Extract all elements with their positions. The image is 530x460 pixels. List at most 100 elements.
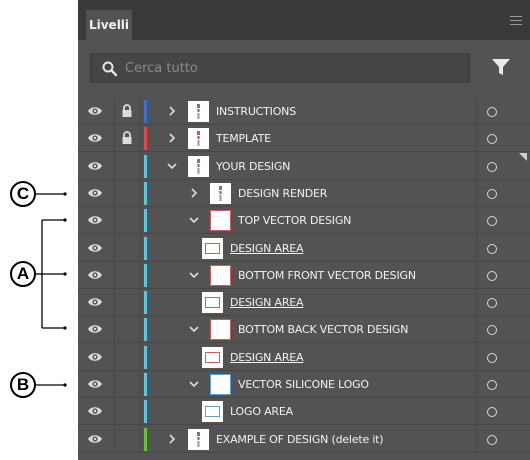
column-divider — [476, 207, 477, 235]
target-circle-icon[interactable] — [487, 216, 497, 227]
layer-row[interactable]: BOTTOM FRONT VECTOR DESIGN — [78, 261, 530, 289]
layer-row[interactable]: VECTOR SILICONE LOGO — [78, 371, 530, 398]
chevron-down-icon[interactable] — [188, 213, 200, 227]
column-divider — [476, 371, 477, 398]
lock-icon[interactable] — [121, 104, 133, 118]
column-divider — [476, 234, 477, 262]
target-circle-icon[interactable] — [487, 134, 497, 145]
eye-icon[interactable] — [87, 405, 103, 417]
chevron-down-icon[interactable] — [166, 159, 178, 173]
layer-row[interactable]: YOUR DESIGN — [78, 152, 530, 180]
column-divider — [140, 371, 141, 398]
column-divider — [140, 207, 141, 235]
target-circle-icon[interactable] — [487, 161, 497, 172]
layer-thumbnail-frame — [210, 210, 231, 232]
column-divider — [114, 343, 115, 371]
panel-menu-icon[interactable] — [510, 16, 522, 25]
eye-icon[interactable] — [87, 160, 103, 172]
layer-color-bar — [144, 181, 147, 205]
eye-icon[interactable] — [87, 378, 103, 390]
search-input[interactable] — [125, 54, 455, 82]
target-circle-icon[interactable] — [487, 188, 497, 199]
layer-thumbnail-frame — [205, 351, 220, 363]
eye-icon[interactable] — [87, 132, 103, 144]
chevron-right-icon[interactable] — [166, 432, 178, 446]
target-circle-icon[interactable] — [487, 380, 497, 390]
eye-icon[interactable] — [87, 269, 103, 281]
layer-row[interactable]: DESIGN AREA — [78, 234, 530, 262]
eye-icon[interactable] — [87, 433, 103, 445]
layers-panel: Livelli INSTRUCTI — [78, 0, 530, 460]
column-divider — [114, 207, 115, 235]
eye-icon[interactable] — [87, 105, 103, 117]
chevron-down-icon[interactable] — [188, 377, 200, 391]
eye-icon[interactable] — [87, 242, 103, 254]
layer-thumbnail-art — [197, 158, 200, 174]
layer-thumbnail-frame — [210, 374, 231, 395]
layer-thumbnail-art — [197, 431, 200, 447]
eye-icon[interactable] — [87, 296, 103, 308]
layer-thumbnail-frame — [210, 319, 231, 341]
column-divider — [114, 425, 115, 453]
column-divider — [114, 234, 115, 262]
target-circle-icon[interactable] — [487, 107, 497, 117]
column-divider — [140, 398, 141, 426]
target-circle-icon[interactable] — [487, 298, 497, 309]
lock-icon[interactable] — [121, 131, 133, 145]
layer-name: DESIGN AREA — [230, 350, 304, 364]
chevron-down-icon[interactable] — [188, 322, 200, 336]
layer-thumbnail — [188, 155, 209, 177]
target-circle-icon[interactable] — [487, 407, 497, 418]
layer-thumbnail — [210, 182, 231, 204]
eye-icon[interactable] — [87, 187, 103, 199]
column-divider — [114, 398, 115, 426]
target-circle-icon[interactable] — [487, 352, 497, 363]
layer-color-bar — [144, 400, 147, 424]
layer-thumbnail-art — [197, 104, 200, 119]
target-circle-icon[interactable] — [487, 270, 497, 281]
column-divider — [476, 98, 477, 125]
layer-color-bar — [144, 127, 147, 151]
layer-row[interactable]: DESIGN AREA — [78, 343, 530, 371]
target-circle-icon[interactable] — [487, 325, 497, 336]
corner-marker-icon — [519, 153, 527, 161]
eye-icon[interactable] — [87, 214, 103, 226]
layer-thumbnail — [210, 374, 231, 395]
target-circle-icon[interactable] — [487, 243, 497, 254]
column-divider — [140, 125, 141, 153]
layer-thumbnail — [202, 401, 223, 423]
layer-row[interactable]: DESIGN RENDER — [78, 179, 530, 207]
layer-row[interactable]: INSTRUCTIONS — [78, 98, 530, 125]
layer-row[interactable]: DESIGN AREA — [78, 289, 530, 317]
chevron-right-icon[interactable] — [166, 104, 178, 118]
layer-name: BOTTOM BACK VECTOR DESIGN — [238, 323, 409, 337]
column-divider — [476, 152, 477, 180]
layer-color-bar — [144, 100, 147, 123]
layer-row[interactable]: EXAMPLE OF DESIGN (delete it) — [78, 425, 530, 453]
column-divider — [476, 125, 477, 153]
layer-name: DESIGN AREA — [230, 296, 304, 310]
filter-icon[interactable] — [490, 56, 512, 78]
column-divider — [140, 316, 141, 344]
chevron-right-icon[interactable] — [166, 131, 178, 145]
layer-color-bar — [144, 318, 147, 342]
column-divider — [140, 289, 141, 317]
eye-icon[interactable] — [87, 323, 103, 335]
layer-name: INSTRUCTIONS — [216, 105, 296, 118]
layer-row[interactable]: LOGO AREA — [78, 398, 530, 426]
layer-thumbnail-art — [197, 131, 200, 147]
layer-thumbnail — [202, 237, 223, 259]
tab-livelli[interactable]: Livelli — [86, 10, 132, 40]
column-divider — [140, 98, 141, 125]
layer-thumbnail — [188, 101, 209, 122]
column-divider — [114, 98, 115, 125]
chevron-right-icon[interactable] — [188, 186, 200, 200]
eye-icon[interactable] — [87, 351, 103, 363]
chevron-down-icon[interactable] — [188, 268, 200, 282]
target-circle-icon[interactable] — [487, 434, 497, 445]
layer-row[interactable]: TOP VECTOR DESIGN — [78, 207, 530, 235]
layer-row[interactable]: BOTTOM BACK VECTOR DESIGN — [78, 316, 530, 344]
layer-thumbnail-frame — [210, 264, 231, 286]
layer-name: VECTOR SILICONE LOGO — [238, 378, 369, 391]
layer-row[interactable]: TEMPLATE — [78, 125, 530, 153]
